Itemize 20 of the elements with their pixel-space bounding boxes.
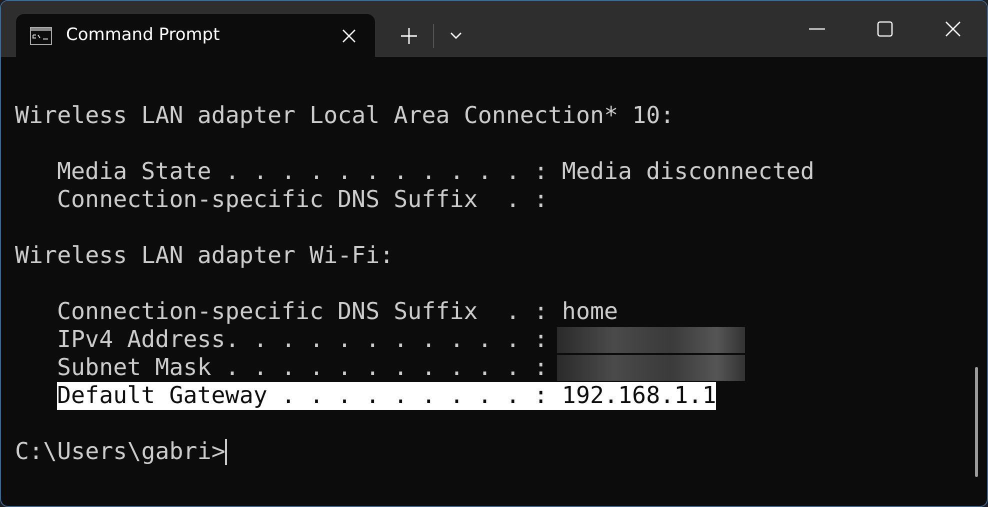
plus-icon xyxy=(400,26,418,44)
chevron-down-icon xyxy=(450,32,462,40)
maximize-icon xyxy=(877,21,893,37)
tab-title: Command Prompt xyxy=(66,24,221,47)
output-line: Connection-specific DNS Suffix . : home xyxy=(57,298,618,326)
output-line: Subnet Mask . . . . . . . . . . . : xyxy=(57,354,548,382)
output-line: IPv4 Address. . . . . . . . . . . : xyxy=(57,326,548,354)
output-line: Wireless LAN adapter Wi-Fi: xyxy=(15,242,394,270)
output-line: Wireless LAN adapter Local Area Connection* 10: xyxy=(15,102,674,130)
scrollbar-thumb[interactable] xyxy=(975,367,978,477)
close-icon xyxy=(945,21,961,37)
output-line: Connection-specific DNS Suffix . : xyxy=(57,186,548,214)
terminal-icon xyxy=(30,26,52,44)
selected-text: Default Gateway . . . . . . . . . : 192.168.1.1 xyxy=(57,382,716,410)
output-line: Media State . . . . . . . . . . . : Media disconnected xyxy=(57,158,814,186)
text-cursor xyxy=(225,439,228,465)
minimize-icon xyxy=(809,28,825,30)
close-icon xyxy=(342,28,356,42)
command-prompt: C:\Users\gabri> xyxy=(15,438,226,466)
tab[interactable]: Command Prompt xyxy=(16,14,375,57)
